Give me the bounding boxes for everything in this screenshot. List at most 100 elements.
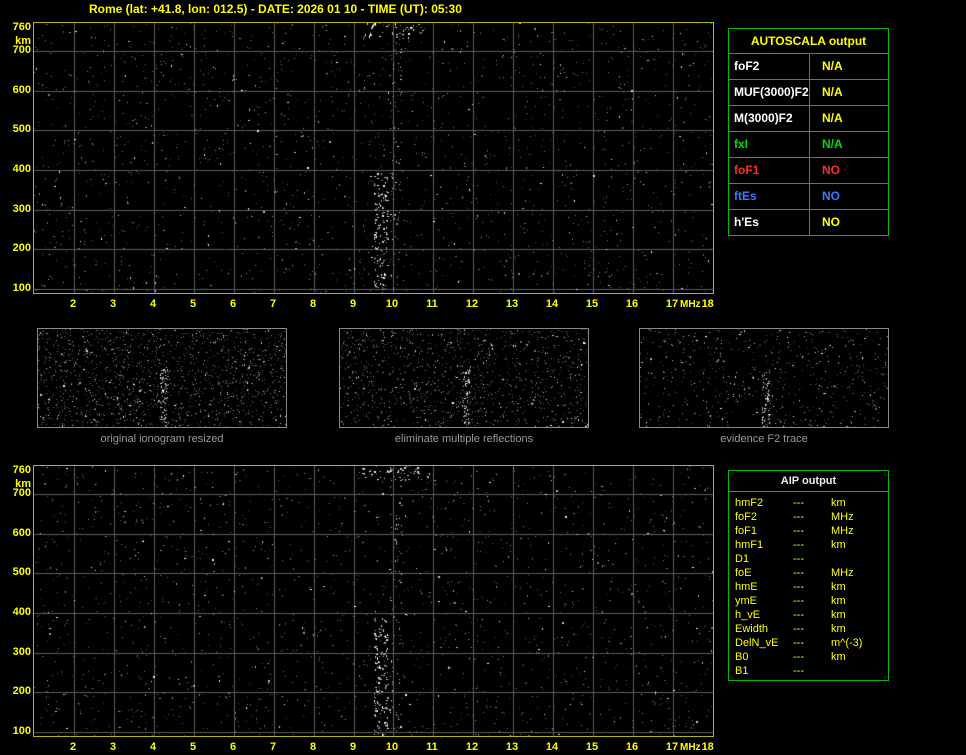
aip-row: Ewidth --- km <box>729 622 888 636</box>
aip-row: hmF1 --- km <box>729 538 888 552</box>
aip-param-value: --- <box>793 651 804 663</box>
thumb-evidence-f2-trace <box>639 328 889 428</box>
autoscala-output-title: AUTOSCALA output <box>728 28 889 54</box>
x-tick-label: 8 <box>309 741 317 753</box>
aip-output-title: AIP output <box>728 470 889 492</box>
station-title: Rome (lat: +41.8, lon: 012.5) - DATE: 20… <box>89 2 462 16</box>
aip-param-unit: MHz <box>831 567 854 579</box>
thumb-caption-evidence: evidence F2 trace <box>720 433 808 445</box>
x-tick-label: 11 <box>426 298 438 310</box>
autoscala-param-value: N/A <box>810 106 889 132</box>
aip-param-name: hmF1 <box>735 539 764 551</box>
x-axis-unit-and-last-tick: MHz18 <box>680 741 714 754</box>
x-tick-label: 3 <box>109 298 117 310</box>
aip-row: foE --- MHz <box>729 566 888 580</box>
x-tick-label: 3 <box>109 741 117 753</box>
x-tick-label: 6 <box>229 741 237 753</box>
autoscala-param-name: foF1 <box>728 158 810 184</box>
autoscala-param-name: MUF(3000)F2 <box>728 80 810 106</box>
thumb-original-canvas <box>38 329 286 427</box>
aip-row: ymE --- km <box>729 594 888 608</box>
aip-row: D1 --- <box>729 552 888 566</box>
autoscala-param-name: fxI <box>728 132 810 158</box>
ionogram-canvas-top <box>34 23 713 293</box>
aip-row: DelN_vE --- m^(-3) <box>729 636 888 650</box>
thumb-caption-eliminate: eliminate multiple reflections <box>394 433 534 445</box>
aip-param-name: hmE <box>735 581 758 593</box>
autoscala-param-value: NO <box>810 210 889 236</box>
x-tick-label: 15 <box>585 298 599 310</box>
x-tick-label: 4 <box>149 298 157 310</box>
aip-param-unit: km <box>831 581 846 593</box>
x-tick-label: 16 <box>625 741 639 753</box>
x-tick-label: 5 <box>189 298 197 310</box>
x-tick-label: 4 <box>149 741 157 753</box>
aip-param-value: --- <box>793 511 804 523</box>
aip-output-table: hmF2 --- km foF2 --- MHz foF1 --- MHz hmF1 --- km D1… <box>728 491 889 681</box>
aip-row: foF1 --- MHz <box>729 524 888 538</box>
aip-param-unit: km <box>831 623 846 635</box>
x-axis-unit: MHz <box>680 742 701 753</box>
x-tick-label: 18 <box>701 298 714 310</box>
aip-row: hmE --- km <box>729 580 888 594</box>
aip-param-value: --- <box>793 539 804 551</box>
autoscala-row: foF2 N/A <box>728 54 889 80</box>
aip-param-unit: km <box>831 595 846 607</box>
ionogram-plot-top <box>33 22 714 294</box>
autoscala-param-value: NO <box>810 184 889 210</box>
y-tick-label: 300 <box>12 203 31 215</box>
y-tick-label: 400 <box>12 606 31 618</box>
aip-param-name: foF2 <box>735 511 758 523</box>
aip-param-value: --- <box>793 553 804 565</box>
autoscala-row: foF1 NO <box>728 158 889 184</box>
x-tick-label: 10 <box>385 741 399 753</box>
aip-row: B0 --- km <box>729 650 888 664</box>
autoscala-rows: foF2 N/A MUF(3000)F2 N/A M(3000)F2 N/A fxI N/A f… <box>728 54 889 236</box>
autoscala-row: fxI N/A <box>728 132 889 158</box>
x-tick-label: 12 <box>465 298 479 310</box>
x-tick-label: 11 <box>426 741 438 753</box>
autoscala-param-value: N/A <box>810 80 889 106</box>
aip-param-value: --- <box>793 497 804 509</box>
x-tick-label: 13 <box>505 741 519 753</box>
screen: Rome (lat: +41.8, lon: 012.5) - DATE: 20… <box>0 0 966 755</box>
aip-param-value: --- <box>793 567 804 579</box>
x-tick-label: 17 <box>665 298 679 310</box>
aip-param-unit: m^(-3) <box>831 637 863 649</box>
y-tick-label: 500 <box>12 123 31 135</box>
thumb-original-ionogram <box>37 328 287 428</box>
aip-param-value: --- <box>793 637 804 649</box>
x-axis-unit-and-last-tick: MHz18 <box>680 298 714 311</box>
aip-param-value: --- <box>793 665 804 677</box>
thumb-eliminate-reflections <box>339 328 589 428</box>
aip-rows: hmF2 --- km foF2 --- MHz foF1 --- MHz hmF1 --- km D1… <box>729 496 888 678</box>
aip-param-name: foE <box>735 567 752 579</box>
aip-param-value: --- <box>793 581 804 593</box>
aip-param-name: Ewidth <box>735 623 769 635</box>
aip-param-unit <box>831 552 888 566</box>
aip-param-unit: km <box>831 651 846 663</box>
x-tick-label: 14 <box>545 298 559 310</box>
y-axis-unit: km <box>15 35 31 47</box>
y-tick-label: 600 <box>12 84 31 96</box>
y-tick-label: 500 <box>12 566 31 578</box>
autoscala-param-name: ftEs <box>728 184 810 210</box>
x-axis-unit: MHz <box>680 299 701 310</box>
aip-param-value: --- <box>793 595 804 607</box>
x-tick-label: 13 <box>505 298 519 310</box>
y-tick-label: 760 <box>12 464 31 476</box>
y-tick-label: 100 <box>12 725 31 737</box>
autoscala-param-value: N/A <box>810 54 889 80</box>
ionogram-canvas-bottom <box>34 466 713 736</box>
y-tick-label: 600 <box>12 527 31 539</box>
x-tick-label: 8 <box>309 298 317 310</box>
autoscala-param-name: foF2 <box>728 54 810 80</box>
thumb-caption-original: original ionogram resized <box>100 433 224 445</box>
thumb-eliminate-canvas <box>340 329 588 427</box>
aip-row: h_vE --- km <box>729 608 888 622</box>
x-tick-label: 18 <box>701 741 714 753</box>
autoscala-param-value: N/A <box>810 132 889 158</box>
aip-param-name: foF1 <box>735 525 758 537</box>
y-tick-label: 400 <box>12 163 31 175</box>
autoscala-row: ftEs NO <box>728 184 889 210</box>
